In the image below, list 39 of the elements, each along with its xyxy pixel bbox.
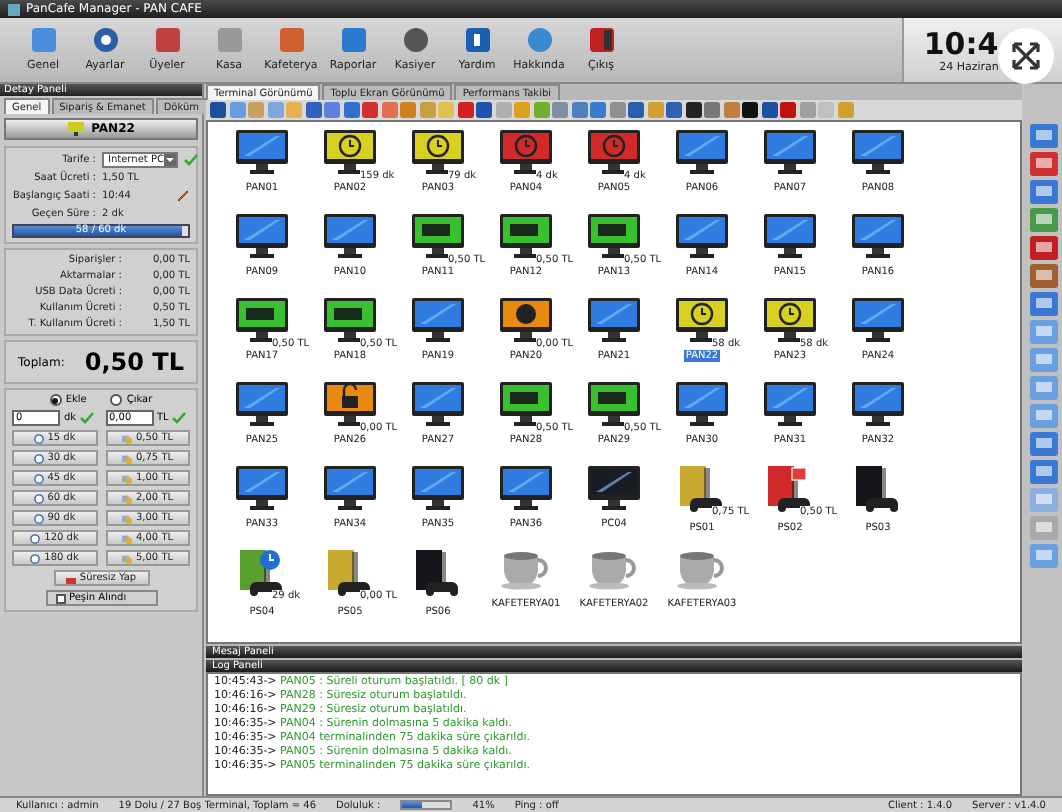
side-tool-icon[interactable] — [1029, 152, 1057, 176]
side-tool-icon[interactable] — [1029, 348, 1057, 372]
side-tool-icon[interactable] — [1029, 124, 1057, 148]
coins-icon — [121, 433, 132, 443]
side-tool-icon[interactable] — [1029, 236, 1057, 260]
coins-icon — [121, 533, 132, 543]
checkmark-icon[interactable] — [183, 154, 198, 166]
side-tool-icon[interactable] — [1029, 544, 1057, 568]
caret-icon — [163, 154, 176, 166]
coffee-cup-icon — [500, 550, 552, 590]
side-tool-icon[interactable] — [1029, 488, 1057, 512]
app-icon — [8, 3, 20, 15]
side-tool-icon[interactable] — [1029, 404, 1057, 428]
side-tool-icon[interactable] — [1029, 376, 1057, 400]
tool-square-icon[interactable] — [685, 102, 701, 118]
checkmark-icon[interactable] — [172, 412, 187, 424]
coins-icon — [121, 453, 132, 463]
side-tool-icon[interactable] — [1029, 180, 1057, 204]
side-tool-icon[interactable] — [1029, 432, 1057, 456]
side-tool-icon[interactable] — [1029, 292, 1057, 316]
side-tool-icon[interactable] — [1029, 516, 1057, 540]
side-tool-icon[interactable] — [1029, 208, 1057, 232]
coffee-cup-icon — [676, 550, 728, 590]
coins-icon — [121, 493, 132, 503]
pencil-icon[interactable] — [176, 188, 190, 202]
side-tool-icon[interactable] — [1029, 264, 1057, 288]
expand-icon[interactable] — [998, 28, 1054, 84]
side-tool-icon[interactable] — [1029, 460, 1057, 484]
gear-icon — [89, 24, 121, 56]
coffee-cup-icon — [588, 550, 640, 590]
side-tool-icon[interactable] — [1029, 320, 1057, 344]
total-value: 0,50 TL — [84, 348, 184, 376]
coins-icon — [121, 513, 132, 523]
checkmark-icon[interactable] — [80, 412, 95, 424]
clock-time: 10:4 — [923, 26, 999, 62]
coins-icon — [121, 473, 132, 483]
monitor-icon — [67, 122, 84, 136]
tool-square-icon[interactable] — [761, 102, 777, 118]
coins-icon — [121, 553, 132, 563]
